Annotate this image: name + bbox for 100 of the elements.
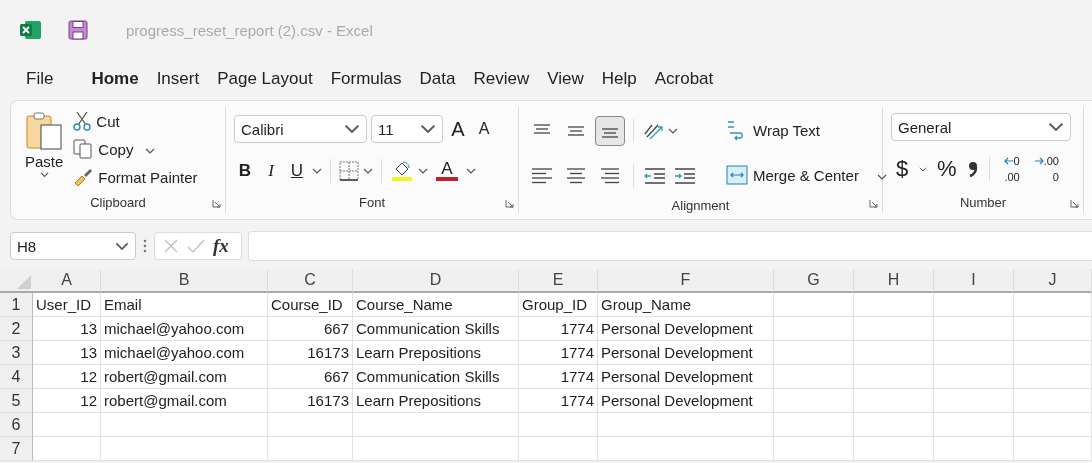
- empty-cell[interactable]: [1014, 413, 1092, 437]
- ribbon-tab[interactable]: Home: [82, 65, 148, 93]
- cut-button[interactable]: Cut: [69, 109, 202, 133]
- select-all-icon[interactable]: [17, 275, 31, 289]
- empty-cell[interactable]: [353, 413, 519, 437]
- empty-cell[interactable]: [774, 365, 854, 389]
- chevron-down-icon[interactable]: [420, 124, 436, 134]
- wrap-text-button[interactable]: Wrap Text: [722, 117, 887, 143]
- grow-font-button[interactable]: A: [447, 115, 469, 143]
- save-icon[interactable]: [68, 20, 88, 40]
- more-options-icon[interactable]: [142, 238, 148, 254]
- row-header[interactable]: 5: [0, 389, 33, 413]
- empty-cell[interactable]: [1014, 317, 1092, 341]
- ribbon-tab[interactable]: Review: [464, 65, 539, 93]
- italic-button[interactable]: I: [260, 159, 282, 183]
- empty-cell[interactable]: [774, 341, 854, 365]
- empty-cell[interactable]: [101, 437, 268, 461]
- ribbon-tab[interactable]: Data: [410, 65, 465, 93]
- empty-cell[interactable]: [774, 437, 854, 461]
- fill-bucket-icon[interactable]: [390, 160, 414, 182]
- ribbon-tab[interactable]: Insert: [147, 65, 209, 93]
- vertical-align-button[interactable]: [595, 116, 625, 146]
- paste-button[interactable]: Paste: [19, 107, 70, 191]
- check-icon[interactable]: [187, 238, 205, 254]
- decrease-indent-icon[interactable]: [642, 166, 668, 186]
- ribbon-tab[interactable]: Page Layout: [208, 65, 322, 93]
- chevron-down-icon[interactable]: [876, 174, 887, 180]
- cancel-icon[interactable]: [163, 238, 179, 254]
- column-header[interactable]: A: [33, 269, 101, 293]
- font-size-dropdown[interactable]: 11: [371, 115, 443, 143]
- empty-cell[interactable]: [934, 413, 1014, 437]
- column-header[interactable]: E: [519, 269, 598, 293]
- empty-cell[interactable]: [774, 293, 854, 317]
- row-header[interactable]: 7: [0, 437, 33, 461]
- font-color-button[interactable]: A: [432, 159, 462, 183]
- empty-cell[interactable]: [598, 413, 774, 437]
- underline-button[interactable]: U: [286, 159, 308, 183]
- decrease-decimal-button[interactable]: .00 0: [1029, 153, 1063, 185]
- empty-cell[interactable]: [1014, 293, 1092, 317]
- ribbon-tab[interactable]: Formulas: [321, 65, 411, 93]
- empty-cell[interactable]: [519, 437, 598, 461]
- empty-cell[interactable]: [268, 437, 353, 461]
- empty-cell[interactable]: [519, 413, 598, 437]
- currency-button[interactable]: $: [891, 154, 913, 185]
- dialog-launcher-icon[interactable]: [505, 199, 514, 208]
- chevron-down-icon[interactable]: [1048, 122, 1064, 133]
- empty-cell[interactable]: [1014, 437, 1092, 461]
- empty-cell[interactable]: [1014, 365, 1092, 389]
- bold-button[interactable]: B: [234, 159, 256, 183]
- chevron-down-icon[interactable]: [668, 128, 678, 134]
- ribbon-tab[interactable]: File: [26, 65, 63, 93]
- empty-cell[interactable]: [854, 413, 934, 437]
- comma-style-icon[interactable]: [966, 159, 979, 180]
- empty-cell[interactable]: [1014, 341, 1092, 365]
- number-format-dropdown[interactable]: General: [891, 113, 1071, 142]
- chevron-down-icon[interactable]: [312, 168, 322, 174]
- empty-cell[interactable]: [1014, 389, 1092, 413]
- borders-icon[interactable]: [339, 161, 359, 181]
- empty-cell[interactable]: [268, 413, 353, 437]
- column-header[interactable]: J: [1014, 269, 1092, 293]
- empty-cell[interactable]: [854, 293, 934, 317]
- empty-cell[interactable]: [934, 389, 1014, 413]
- empty-cell[interactable]: [854, 389, 934, 413]
- dialog-launcher-icon[interactable]: [212, 199, 221, 208]
- font-name-dropdown[interactable]: Calibri: [234, 115, 367, 143]
- empty-cell[interactable]: [774, 413, 854, 437]
- column-header[interactable]: F: [598, 269, 774, 293]
- ribbon-tab[interactable]: View: [538, 65, 593, 93]
- merge-center-button[interactable]: Merge & Center: [722, 163, 863, 187]
- row-header[interactable]: 1: [0, 293, 33, 317]
- empty-cell[interactable]: [854, 317, 934, 341]
- empty-cell[interactable]: [854, 437, 934, 461]
- empty-cell[interactable]: [934, 365, 1014, 389]
- row-header[interactable]: 4: [0, 365, 33, 389]
- increase-decimal-button[interactable]: 0 .00: [999, 153, 1024, 185]
- chevron-down-icon[interactable]: [466, 168, 476, 174]
- empty-cell[interactable]: [353, 437, 519, 461]
- ribbon-tab[interactable]: Acrobat: [645, 65, 723, 93]
- empty-cell[interactable]: [854, 341, 934, 365]
- column-header[interactable]: G: [774, 269, 854, 293]
- empty-cell[interactable]: [101, 413, 268, 437]
- column-header[interactable]: D: [353, 269, 519, 293]
- copy-button[interactable]: Copy: [69, 137, 138, 161]
- percent-button[interactable]: %: [933, 154, 961, 185]
- ribbon-tab[interactable]: Help: [592, 65, 646, 93]
- column-header[interactable]: B: [101, 269, 268, 293]
- empty-cell[interactable]: [934, 437, 1014, 461]
- column-header[interactable]: I: [934, 269, 1014, 293]
- column-header[interactable]: H: [854, 269, 934, 293]
- chevron-down-icon[interactable]: [919, 166, 927, 172]
- empty-cell[interactable]: [934, 293, 1014, 317]
- dialog-launcher-icon[interactable]: [869, 199, 878, 208]
- empty-cell[interactable]: [934, 317, 1014, 341]
- chevron-down-icon[interactable]: [363, 168, 373, 174]
- chevron-down-icon[interactable]: [115, 241, 129, 251]
- empty-cell[interactable]: [934, 341, 1014, 365]
- name-box[interactable]: H8: [10, 232, 136, 260]
- insert-function-button[interactable]: fx: [213, 235, 229, 257]
- chevron-down-icon[interactable]: [344, 124, 360, 134]
- empty-cell[interactable]: [774, 389, 854, 413]
